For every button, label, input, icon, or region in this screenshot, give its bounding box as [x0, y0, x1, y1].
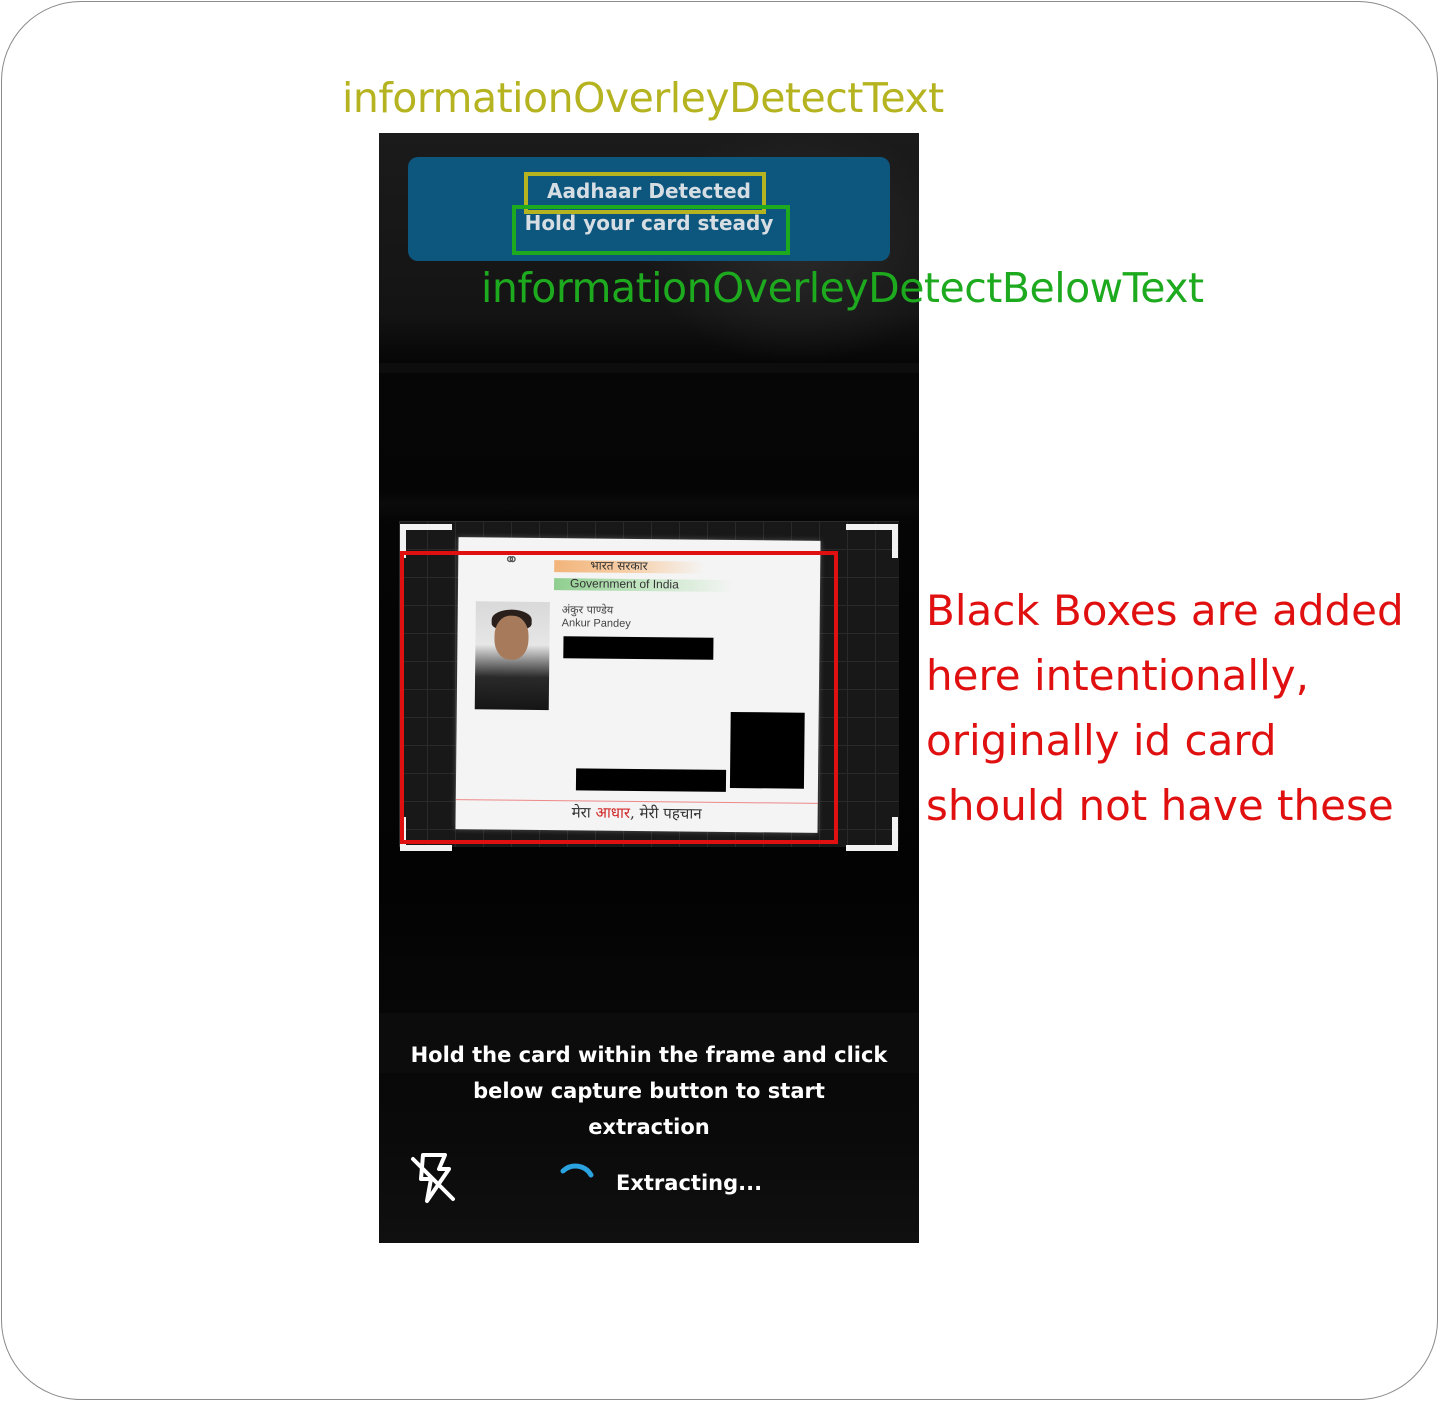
frame-corner-top-right — [846, 524, 898, 558]
annotation-black-boxes-note: Black Boxes are added here intentionally… — [926, 586, 1404, 830]
annotation-detect-text: informationOverleyDetectText — [342, 74, 944, 122]
highlight-redacted-card — [400, 551, 838, 844]
capture-hint-text: Hold the card within the frame and click… — [410, 1043, 888, 1139]
flash-off-icon[interactable] — [409, 1151, 457, 1205]
annotation-detect-below-text: informationOverleyDetectBelowText — [481, 264, 1204, 312]
loading-spinner-icon — [557, 1159, 597, 1199]
extracting-status: Extracting... — [616, 1171, 763, 1195]
background-streak — [379, 363, 919, 373]
frame-corner-bottom-right — [846, 817, 898, 851]
highlight-detect-below-text — [512, 205, 790, 255]
